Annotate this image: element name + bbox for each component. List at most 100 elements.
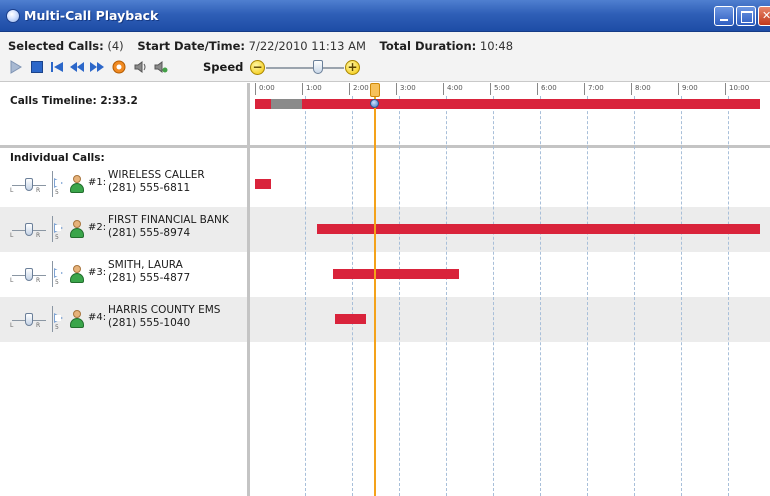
total-duration-label: Total Duration:: [379, 39, 477, 53]
pan-left-marker: L: [10, 187, 14, 194]
speed-increase-button[interactable]: +: [345, 60, 360, 75]
volume-marker: 5: [55, 324, 59, 331]
ruler-tick-label: 6:00: [541, 84, 557, 92]
call-index: #3:: [88, 267, 107, 278]
stop-icon[interactable]: [30, 60, 44, 74]
volume-control[interactable]: 5: [52, 306, 66, 332]
pan-slider[interactable]: LR: [10, 177, 46, 194]
ruler-tick-label: 1:00: [306, 84, 322, 92]
pan-right-marker: R: [36, 232, 41, 239]
ruler-tick: [678, 83, 679, 95]
caller-name: WIRELESS CALLER: [108, 169, 205, 181]
ruler-tick: [443, 83, 444, 95]
caller-phone: (281) 555-4877: [108, 272, 191, 284]
master-timeline-gap: [270, 99, 302, 109]
caller-phone: (281) 555-8974: [108, 227, 191, 239]
ruler-tick-label: 7:00: [588, 84, 604, 92]
ruler-tick: [584, 83, 585, 95]
speed-thumb[interactable]: [313, 60, 323, 74]
playhead-position-marker[interactable]: [370, 99, 379, 108]
close-button[interactable]: [758, 6, 770, 26]
playhead-line: [374, 84, 376, 496]
pan-left-marker: L: [10, 277, 14, 284]
pan-thumb[interactable]: [25, 268, 33, 281]
timeline-gridline: [634, 96, 635, 496]
volume-pointer-icon: [54, 223, 63, 233]
timeline-gridline: [305, 96, 306, 496]
pan-thumb[interactable]: [25, 223, 33, 236]
volume-pointer-icon: [54, 178, 63, 188]
timeline-gridline: [540, 96, 541, 496]
maximize-button[interactable]: [736, 6, 756, 26]
record-icon[interactable]: [112, 60, 126, 74]
ruler-tick-label: 0:00: [259, 84, 275, 92]
volume-control[interactable]: 5: [52, 171, 66, 197]
call-index: #2:: [88, 222, 107, 233]
skip-to-start-icon[interactable]: [50, 60, 64, 74]
header-panel: Selected Calls: (4) Start Date/Time: 7/2…: [0, 32, 770, 82]
window-title: Multi-Call Playback: [24, 8, 159, 23]
volume-control[interactable]: 5: [52, 216, 66, 242]
mute-icon[interactable]: [154, 60, 168, 74]
pan-right-marker: R: [36, 277, 41, 284]
timeline-gridline: [352, 96, 353, 496]
pan-thumb[interactable]: [25, 313, 33, 326]
play-icon[interactable]: [8, 60, 22, 74]
caller-name: HARRIS COUNTY EMS: [108, 304, 221, 316]
ruler-tick-label: 3:00: [400, 84, 416, 92]
pan-slider[interactable]: LR: [10, 222, 46, 239]
volume-pointer-icon: [54, 313, 63, 323]
person-icon: [70, 220, 84, 238]
ruler-tick-label: 10:00: [729, 84, 750, 92]
volume-pointer-icon: [54, 268, 63, 278]
volume-control[interactable]: 5: [52, 261, 66, 287]
time-ruler[interactable]: 0:00 1:00 2:00 3:00 4:00 5:00 6:00 7:00 8:00 9:00…: [250, 83, 770, 95]
call-duration-bar[interactable]: [255, 179, 271, 189]
selected-calls-label: Selected Calls:: [8, 39, 104, 53]
ruler-tick-label: 9:00: [682, 84, 698, 92]
speaker-icon[interactable]: [134, 60, 148, 74]
app-icon: [6, 9, 20, 23]
pan-slider[interactable]: LR: [10, 267, 46, 284]
speed-label: Speed: [203, 60, 244, 74]
speed-decrease-button[interactable]: −: [250, 60, 265, 75]
call-duration-bar[interactable]: [332, 269, 460, 279]
fast-forward-icon[interactable]: [90, 60, 104, 74]
selected-calls-value: (4): [107, 39, 124, 53]
master-timeline-bar[interactable]: [255, 99, 760, 109]
call-row[interactable]: L R 5 #3: SMITH, LAURA (281) 555-4877: [8, 257, 248, 293]
playhead-handle[interactable]: [370, 83, 380, 97]
timeline-gridline: [681, 96, 682, 496]
person-icon: [70, 310, 84, 328]
call-duration-bar[interactable]: [317, 224, 760, 234]
ruler-tick-label: 8:00: [635, 84, 651, 92]
start-time-value: 7/22/2010 11:13 AM: [248, 39, 366, 53]
timeline-area[interactable]: 0:00 1:00 2:00 3:00 4:00 5:00 6:00 7:00 8:00 9:00…: [250, 83, 770, 496]
ruler-tick: [396, 83, 397, 95]
pan-thumb[interactable]: [25, 178, 33, 191]
call-row[interactable]: L R 5 #2: FIRST FINANCIAL BANK (281) 555-8974: [8, 212, 248, 248]
call-index: #1:: [88, 177, 107, 188]
call-info: Selected Calls: (4) Start Date/Time: 7/2…: [8, 39, 513, 53]
ruler-tick: [725, 83, 726, 95]
person-icon: [70, 265, 84, 283]
playback-toolbar: Speed − +: [8, 58, 408, 78]
total-duration-value: 10:48: [479, 39, 514, 53]
call-duration-bar[interactable]: [335, 314, 366, 324]
volume-marker: 5: [55, 234, 59, 241]
rewind-icon[interactable]: [70, 60, 84, 74]
pan-right-marker: R: [36, 322, 41, 329]
minimize-button[interactable]: [714, 6, 734, 26]
call-row[interactable]: L R 5 #1: WIRELESS CALLER (281) 555-6811: [8, 167, 248, 203]
ruler-tick-label: 5:00: [494, 84, 510, 92]
call-row[interactable]: L R 5 #4: HARRIS COUNTY EMS (281) 555-1040: [8, 302, 248, 338]
ruler-tick: [631, 83, 632, 95]
speed-slider[interactable]: − +: [250, 58, 360, 78]
ruler-tick: [490, 83, 491, 95]
person-icon: [70, 175, 84, 193]
volume-marker: 5: [55, 279, 59, 286]
ruler-tick: [537, 83, 538, 95]
pan-slider[interactable]: LR: [10, 312, 46, 329]
speed-track[interactable]: [266, 67, 344, 69]
title-bar: Multi-Call Playback: [0, 0, 770, 32]
